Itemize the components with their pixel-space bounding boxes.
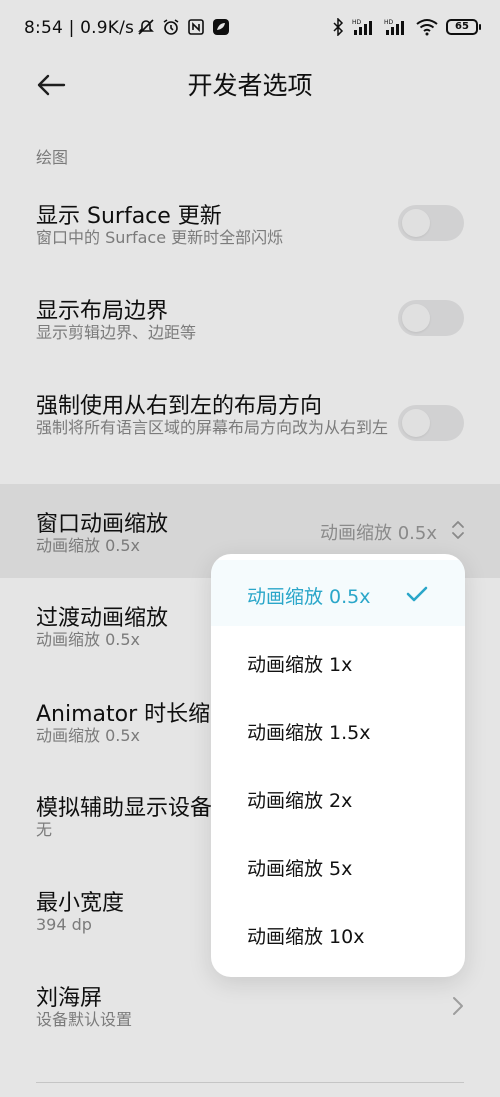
option-label: 动画缩放 1.5x [247,722,371,744]
dropdown-option-10x[interactable]: 动画缩放 10x [211,900,465,966]
option-label: 动画缩放 10x [247,926,365,948]
dropdown-option-1x[interactable]: 动画缩放 1x [211,628,465,694]
developer-options-screen: 8:54 | 0.9K/s HD HD 65 开发者选项 绘图 显示 Surfa… [0,0,500,1097]
dropdown-option-2x[interactable]: 动画缩放 2x [211,764,465,830]
dropdown-option-5x[interactable]: 动画缩放 5x [211,832,465,898]
checkmark-icon [406,586,428,602]
dropdown-option-1-5x[interactable]: 动画缩放 1.5x [211,696,465,762]
option-label: 动画缩放 5x [247,858,353,880]
option-label: 动画缩放 0.5x [247,586,371,608]
option-label: 动画缩放 2x [247,790,353,812]
option-label: 动画缩放 1x [247,654,353,676]
animation-scale-dropdown: 动画缩放 0.5x 动画缩放 1x 动画缩放 1.5x 动画缩放 2x 动画缩放… [211,554,465,977]
dropdown-option-0-5x[interactable]: 动画缩放 0.5x [211,560,465,626]
